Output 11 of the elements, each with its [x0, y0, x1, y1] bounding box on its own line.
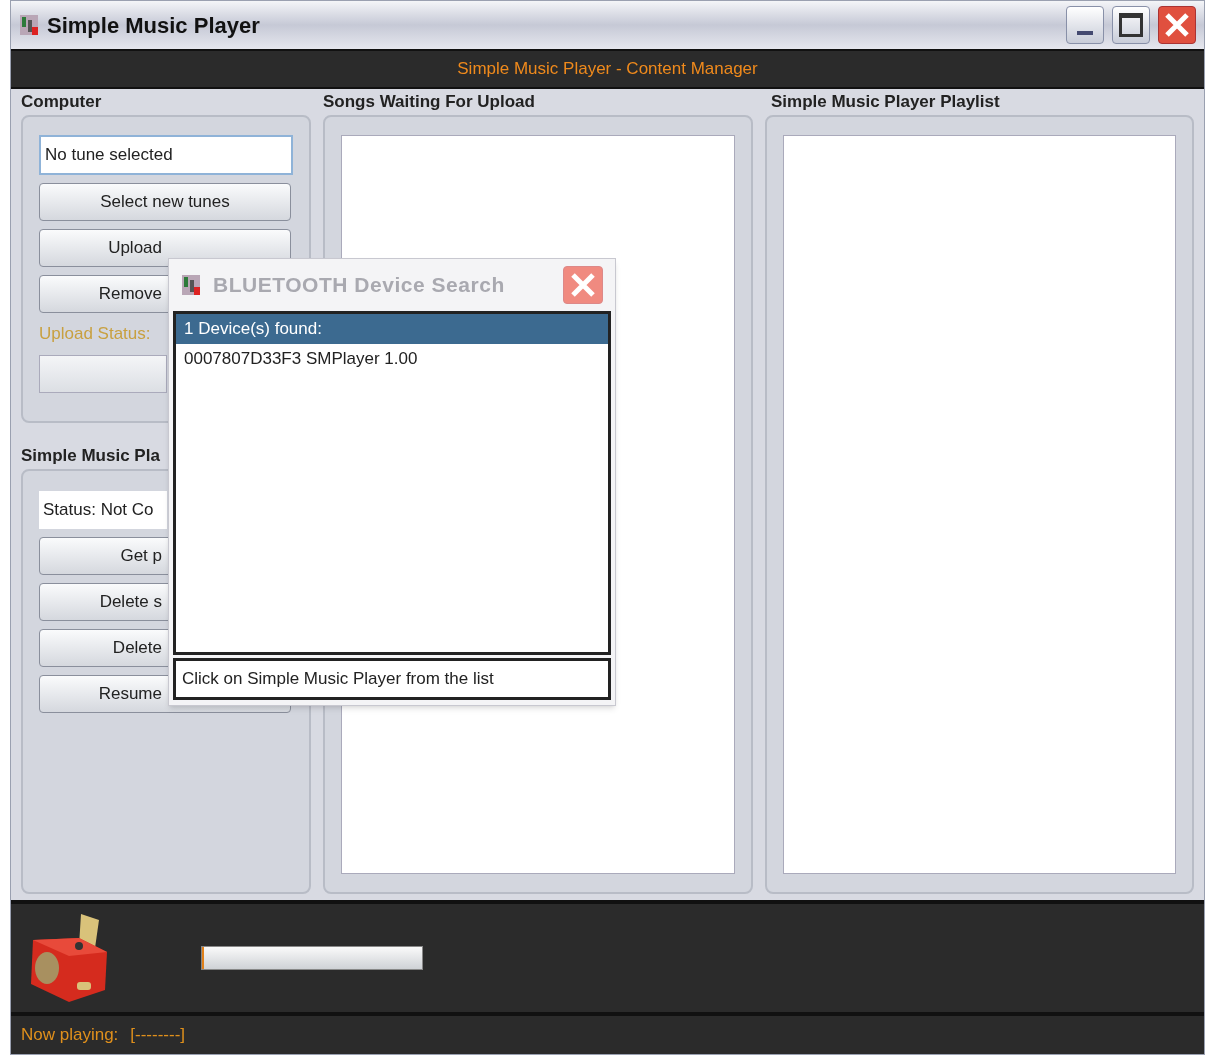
window-title: Simple Music Player	[47, 11, 261, 40]
hint-field: Click on Simple Music Player from the list	[173, 658, 611, 700]
panel-title: Songs Waiting For Upload	[323, 91, 536, 113]
panel-title: Computer	[21, 91, 103, 113]
now-playing-value: [--------]	[130, 1024, 186, 1047]
panel-title: Simple Music Pla	[21, 445, 161, 467]
now-playing-label: Now playing:	[21, 1024, 119, 1047]
panel-title: Simple Music Player Playlist	[770, 91, 1001, 113]
upload-status-label: Upload Status:	[39, 323, 152, 345]
header-title: Simple Music Player - Content Manager	[457, 58, 758, 81]
status-field: Status: Not Co	[39, 491, 167, 529]
